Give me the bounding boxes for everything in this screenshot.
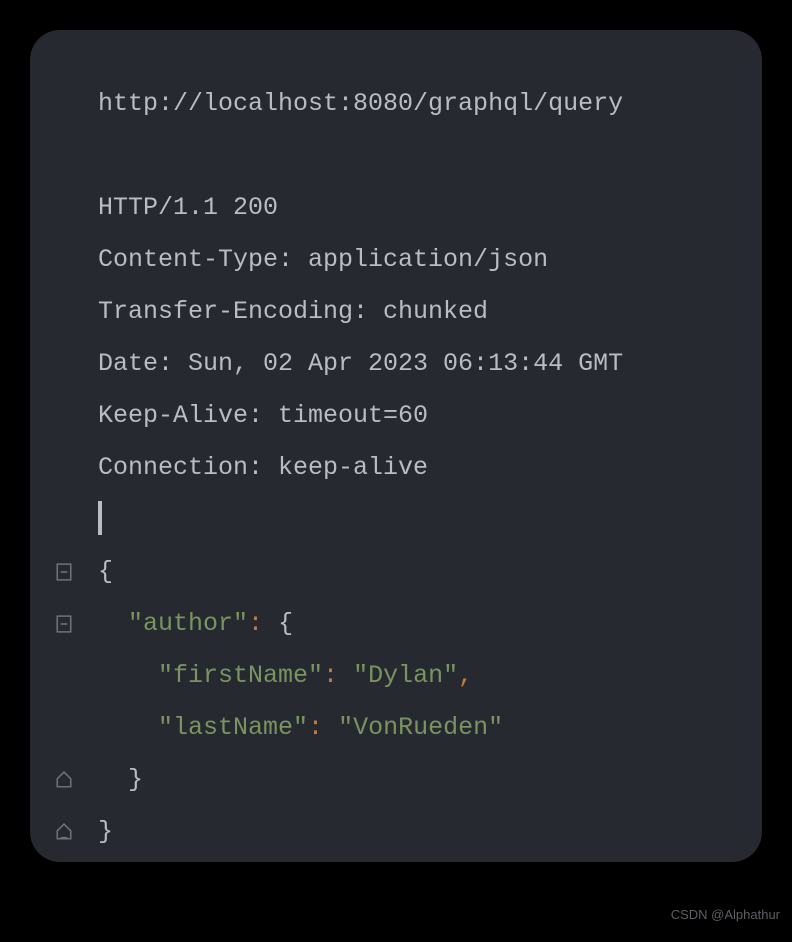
http-status-line: HTTP/1.1 200 — [30, 182, 762, 234]
gutter[interactable] — [30, 771, 98, 789]
cursor-line — [30, 494, 762, 546]
json-firstname: "firstName": "Dylan", — [98, 650, 762, 702]
header-content-type: Content-Type: application/json — [98, 234, 762, 286]
header-keep-alive: Keep-Alive: timeout=60 — [98, 390, 762, 442]
header-line: Connection: keep-alive — [30, 442, 762, 494]
json-line: } — [30, 806, 762, 858]
gutter[interactable] — [30, 823, 98, 841]
header-line: Date: Sun, 02 Apr 2023 06:13:44 GMT — [30, 338, 762, 390]
json-line: { — [30, 546, 762, 598]
header-connection: Connection: keep-alive — [98, 442, 762, 494]
json-line: "firstName": "Dylan", — [30, 650, 762, 702]
cursor-pos — [98, 494, 762, 546]
gutter[interactable] — [30, 615, 98, 633]
json-line: } — [30, 754, 762, 806]
header-line: Transfer-Encoding: chunked — [30, 286, 762, 338]
fold-collapse-icon[interactable] — [55, 563, 73, 581]
footer-line: Response file saved. — [30, 858, 762, 862]
watermark: CSDN @Alphathur — [671, 907, 780, 922]
http-status: HTTP/1.1 200 — [98, 182, 762, 234]
header-date: Date: Sun, 02 Apr 2023 06:13:44 GMT — [98, 338, 762, 390]
header-line: Keep-Alive: timeout=60 — [30, 390, 762, 442]
response-url-line: http://localhost:8080/graphql/query — [30, 78, 762, 130]
header-transfer-encoding: Transfer-Encoding: chunked — [98, 286, 762, 338]
json-open: { — [98, 546, 762, 598]
text-cursor — [98, 501, 102, 535]
fold-region-end-icon[interactable] — [55, 771, 73, 789]
json-lastname: "lastName": "VonRueden" — [98, 702, 762, 754]
json-line: "lastName": "VonRueden" — [30, 702, 762, 754]
json-author-key: "author": { — [98, 598, 762, 650]
fold-region-end-icon[interactable] — [55, 823, 73, 841]
json-close-inner: } — [98, 754, 762, 806]
blank — [98, 130, 762, 182]
json-line: "author": { — [30, 598, 762, 650]
response-saved-message: Response file saved. — [98, 858, 762, 862]
code-editor[interactable]: http://localhost:8080/graphql/query HTTP… — [30, 30, 762, 862]
response-url: http://localhost:8080/graphql/query — [98, 78, 762, 130]
gutter[interactable] — [30, 563, 98, 581]
fold-collapse-icon[interactable] — [55, 615, 73, 633]
header-line: Content-Type: application/json — [30, 234, 762, 286]
json-close: } — [98, 806, 762, 858]
blank-line — [30, 130, 762, 182]
